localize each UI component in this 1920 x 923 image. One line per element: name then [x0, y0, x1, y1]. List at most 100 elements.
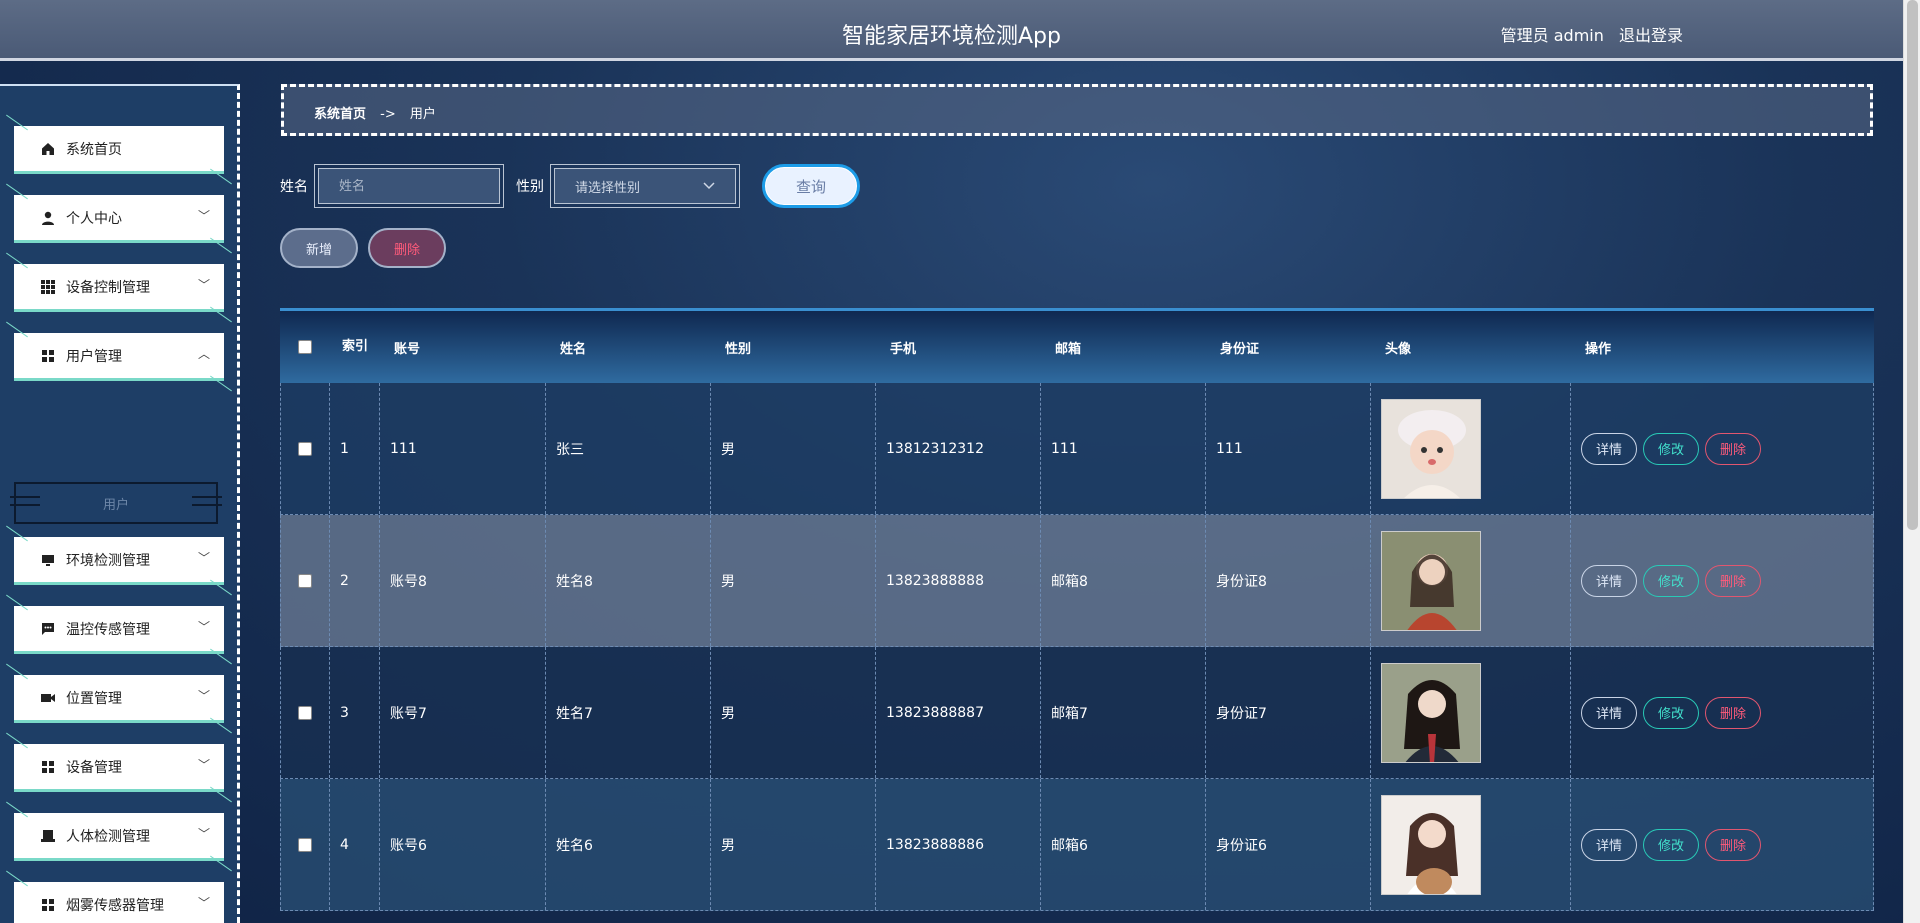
- sidebar-item-label: 用户管理: [66, 348, 122, 365]
- header-id-card: 身份证: [1220, 341, 1260, 357]
- avatar[interactable]: [1381, 398, 1481, 499]
- user-label: 管理员 admin: [1500, 26, 1604, 45]
- sex-label: 性别: [516, 179, 544, 195]
- chevron-down-icon: ﹀: [197, 551, 210, 565]
- logout-button[interactable]: 退出登录: [1619, 26, 1683, 45]
- edit-button[interactable]: 修改: [1643, 696, 1700, 729]
- sidebar-item-label: 烟雾传感器管理: [66, 897, 164, 914]
- sidebar-item-user-management[interactable]: 用户管理 ︿: [14, 333, 224, 381]
- breadcrumb-separator: ->: [380, 107, 396, 122]
- row-sex: 男: [711, 515, 876, 646]
- apps-icon: [40, 759, 56, 775]
- sidebar-item-label: 环境检测管理: [66, 552, 150, 569]
- row-name: 姓名8: [546, 515, 711, 646]
- detail-button[interactable]: 详情: [1581, 696, 1638, 729]
- row-avatar-cell: [1371, 779, 1571, 910]
- avatar[interactable]: [1381, 794, 1481, 895]
- chevron-down-icon: ﹀: [197, 209, 210, 223]
- sex-select-placeholder: 请选择性别: [575, 180, 641, 196]
- table-row: 2 账号8 姓名8 男 13823888888 邮箱8 身份证8 详情 修改 删…: [280, 515, 1874, 647]
- person-icon: [40, 210, 56, 226]
- sidebar: 系统首页 个人中心 ﹀ 设备控制管理 ﹀ 用户管理 ︿ 用户 环境检测管理 ﹀ …: [0, 84, 240, 923]
- table-row: 1 111 张三 男 13812312312 111 111 详情 修改 删除: [280, 383, 1874, 515]
- sidebar-item-device[interactable]: 设备管理 ﹀: [14, 744, 224, 792]
- select-all-checkbox[interactable]: [298, 340, 312, 354]
- name-input[interactable]: [339, 178, 479, 194]
- sidebar-subitem-user[interactable]: 用户: [10, 482, 222, 524]
- row-checkbox-cell: [280, 647, 330, 778]
- header-avatar: 头像: [1385, 341, 1412, 357]
- row-index: 2: [330, 515, 380, 646]
- apps-icon: [40, 348, 56, 364]
- page-scrollbar[interactable]: [1903, 0, 1920, 923]
- row-checkbox[interactable]: [298, 705, 312, 720]
- breadcrumb-home[interactable]: 系统首页: [314, 107, 366, 122]
- row-id-card: 身份证7: [1206, 647, 1371, 778]
- sidebar-item-label: 设备管理: [66, 759, 122, 776]
- detail-button[interactable]: 详情: [1581, 432, 1638, 465]
- edit-button[interactable]: 修改: [1643, 432, 1700, 465]
- table-header: 索引 账号 姓名 性别 手机 邮箱 身份证 头像 操作: [280, 311, 1874, 383]
- batch-delete-button[interactable]: 删除: [368, 228, 446, 268]
- monitor-icon: [40, 552, 56, 568]
- row-avatar-cell: [1371, 383, 1571, 514]
- select-all-cell: [280, 311, 330, 383]
- apps-icon: [40, 897, 56, 913]
- table-row: 3 账号7 姓名7 男 13823888887 邮箱7 身份证7 详情 修改 删…: [280, 647, 1874, 779]
- row-name: 张三: [546, 383, 711, 514]
- row-email: 邮箱8: [1041, 515, 1206, 646]
- row-checkbox[interactable]: [298, 837, 312, 852]
- delete-button[interactable]: 删除: [1705, 828, 1762, 861]
- row-operations: 详情 修改 删除: [1571, 515, 1874, 646]
- edit-button[interactable]: 修改: [1643, 828, 1700, 861]
- row-email: 邮箱7: [1041, 647, 1206, 778]
- row-checkbox-cell: [280, 383, 330, 514]
- add-button[interactable]: 新增: [280, 228, 358, 268]
- header-email: 邮箱: [1055, 341, 1082, 357]
- header-operations: 操作: [1585, 341, 1612, 357]
- header-index: 索引: [342, 339, 369, 354]
- row-checkbox[interactable]: [298, 441, 312, 456]
- delete-button[interactable]: 删除: [1705, 432, 1762, 465]
- delete-button[interactable]: 删除: [1705, 564, 1762, 597]
- scrollbar-thumb[interactable]: [1907, 0, 1918, 530]
- row-name: 姓名7: [546, 647, 711, 778]
- sidebar-item-environment[interactable]: 环境检测管理 ﹀: [14, 537, 224, 585]
- row-checkbox-cell: [280, 779, 330, 910]
- sidebar-item-profile[interactable]: 个人中心 ﹀: [14, 195, 224, 243]
- detail-button[interactable]: 详情: [1581, 564, 1638, 597]
- avatar[interactable]: [1381, 662, 1481, 763]
- name-field-frame: [314, 164, 504, 208]
- name-label: 姓名: [280, 179, 308, 195]
- chevron-down-icon: ﹀: [197, 758, 210, 772]
- sex-select[interactable]: 请选择性别: [550, 164, 740, 208]
- sidebar-item-device-control[interactable]: 设备控制管理 ﹀: [14, 264, 224, 312]
- row-index: 3: [330, 647, 380, 778]
- header-account: 账号: [394, 341, 421, 357]
- row-email: 111: [1041, 383, 1206, 514]
- sidebar-item-temperature[interactable]: 温控传感管理 ﹀: [14, 606, 224, 654]
- avatar[interactable]: [1381, 530, 1481, 631]
- query-button[interactable]: 查询: [762, 164, 860, 208]
- row-checkbox-cell: [280, 515, 330, 646]
- sidebar-item-smoke-sensor[interactable]: 烟雾传感器管理 ﹀: [14, 882, 224, 923]
- row-sex: 男: [711, 383, 876, 514]
- row-account: 账号7: [380, 647, 546, 778]
- sidebar-item-label: 人体检测管理: [66, 828, 150, 845]
- header-phone: 手机: [890, 341, 917, 357]
- chevron-down-icon: ﹀: [197, 827, 210, 841]
- row-id-card: 身份证6: [1206, 779, 1371, 910]
- sidebar-item-label: 系统首页: [66, 141, 122, 158]
- detail-button[interactable]: 详情: [1581, 828, 1638, 861]
- breadcrumb-current: 用户: [409, 107, 436, 122]
- delete-button[interactable]: 删除: [1705, 696, 1762, 729]
- sidebar-item-location[interactable]: 位置管理 ﹀: [14, 675, 224, 723]
- search-row: 姓名 性别 请选择性别 查询: [280, 164, 860, 208]
- sidebar-item-human-detection[interactable]: 人体检测管理 ﹀: [14, 813, 224, 861]
- row-checkbox[interactable]: [298, 573, 312, 588]
- edit-button[interactable]: 修改: [1643, 564, 1700, 597]
- sidebar-item-home[interactable]: 系统首页: [14, 126, 224, 174]
- row-id-card: 身份证8: [1206, 515, 1371, 646]
- row-sex: 男: [711, 647, 876, 778]
- chat-icon: [40, 621, 56, 637]
